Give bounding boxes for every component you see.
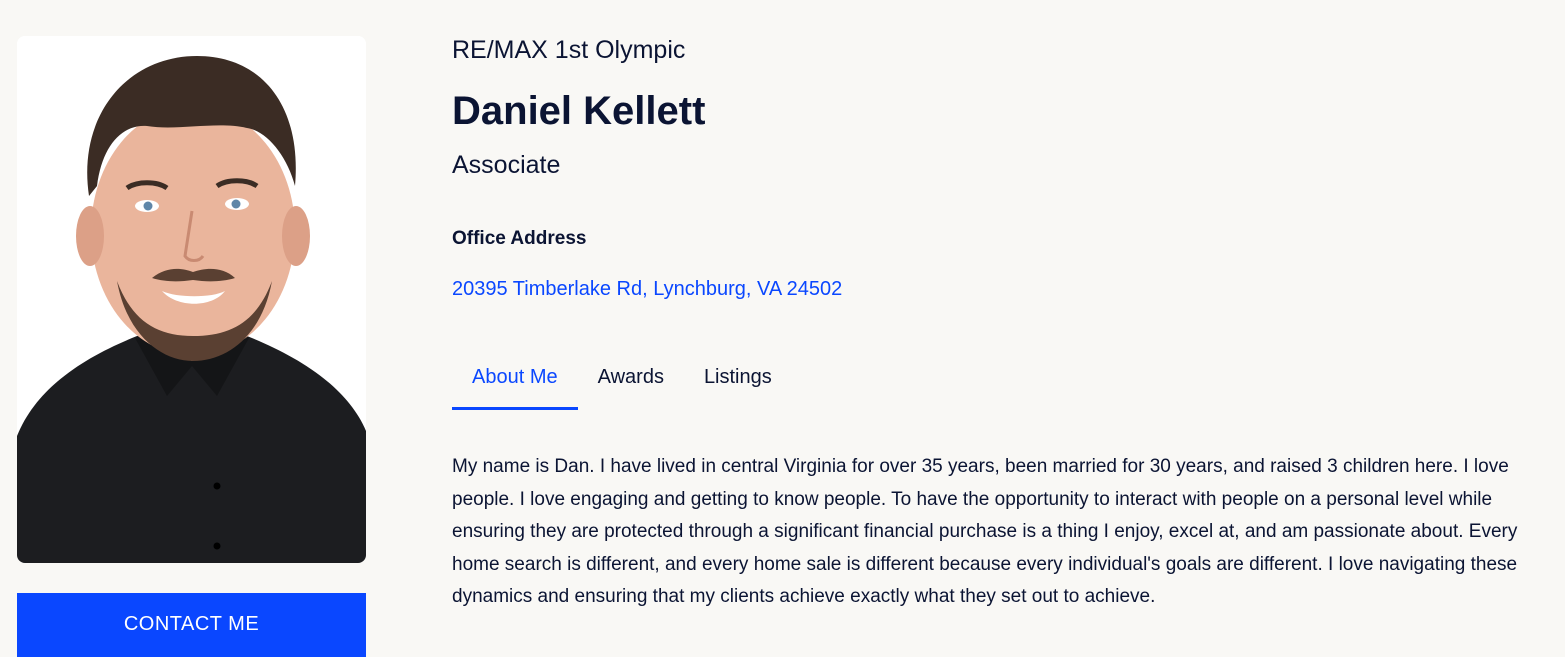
agent-name: Daniel Kellett — [452, 89, 706, 133]
agent-title: Associate — [452, 151, 561, 179]
office-address-label: Office Address — [452, 228, 587, 249]
agent-portrait-image — [17, 36, 366, 563]
contact-me-button[interactable]: CONTACT ME — [17, 593, 366, 657]
tab-awards[interactable]: Awards — [578, 362, 684, 407]
tab-listings[interactable]: Listings — [684, 362, 792, 407]
brokerage-name: RE/MAX 1st Olympic — [452, 36, 686, 64]
profile-tabs: About Me Awards Listings — [452, 362, 792, 411]
about-me-text: My name is Dan. I have lived in central … — [452, 456, 1518, 607]
office-address-link[interactable]: 20395 Timberlake Rd, Lynchburg, VA 24502 — [452, 278, 842, 301]
tab-about-me[interactable]: About Me — [452, 362, 578, 410]
agent-photo — [17, 36, 366, 563]
